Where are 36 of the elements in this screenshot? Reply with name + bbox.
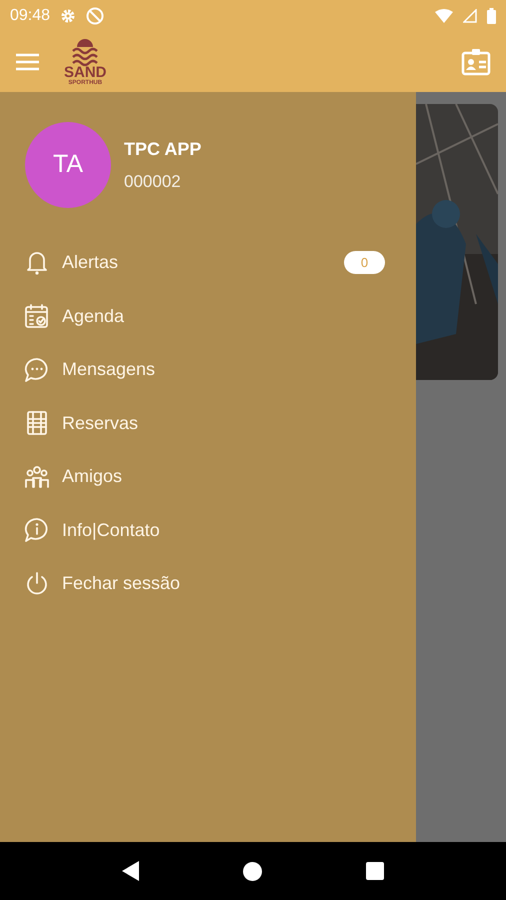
status-time: 09:48: [10, 6, 50, 26]
sun-waves-icon: [70, 37, 100, 67]
info-bubble-icon: [24, 517, 50, 544]
menu-item[interactable]: Info|Contato: [0, 504, 416, 557]
settings-icon: [60, 8, 76, 24]
menu-item[interactable]: Amigos: [0, 450, 416, 504]
blocked-icon: [86, 7, 104, 25]
menu-label: Fechar sessão: [62, 572, 182, 596]
menu-label: Reservas: [62, 412, 140, 435]
menu-item[interactable]: Mensagens: [0, 343, 416, 396]
profile-name: TPC APP: [124, 138, 202, 161]
menu-item[interactable]: Reservas: [0, 396, 416, 450]
menu-label: Alertas: [62, 251, 120, 274]
menu-item[interactable]: Fechar sessão: [0, 557, 416, 610]
power-icon: [24, 570, 50, 597]
menu-label: Amigos: [62, 465, 124, 488]
court-icon: [24, 410, 50, 436]
battery-icon: [487, 8, 496, 24]
menu-item[interactable]: Alertas 0: [0, 236, 416, 290]
signal-icon: [463, 9, 477, 23]
profile-code: 000002: [124, 170, 182, 193]
calendar-check-icon: [24, 303, 50, 330]
logo-title: SAND: [64, 65, 107, 80]
chat-bubble-icon: [24, 356, 50, 383]
menu-label: Mensagens: [62, 358, 156, 382]
recents-icon[interactable]: [366, 862, 384, 880]
avatar: TA: [25, 122, 111, 208]
bell-icon: [24, 250, 50, 276]
menu-label: Agenda: [62, 304, 126, 328]
wifi-icon: [435, 9, 453, 23]
menu-label: Info|Contato: [62, 518, 161, 542]
home-icon[interactable]: [243, 862, 262, 880]
back-icon[interactable]: [122, 861, 140, 881]
count-badge: 0: [344, 251, 385, 274]
menu-item[interactable]: Agenda: [0, 290, 416, 343]
group-icon: [24, 464, 50, 490]
